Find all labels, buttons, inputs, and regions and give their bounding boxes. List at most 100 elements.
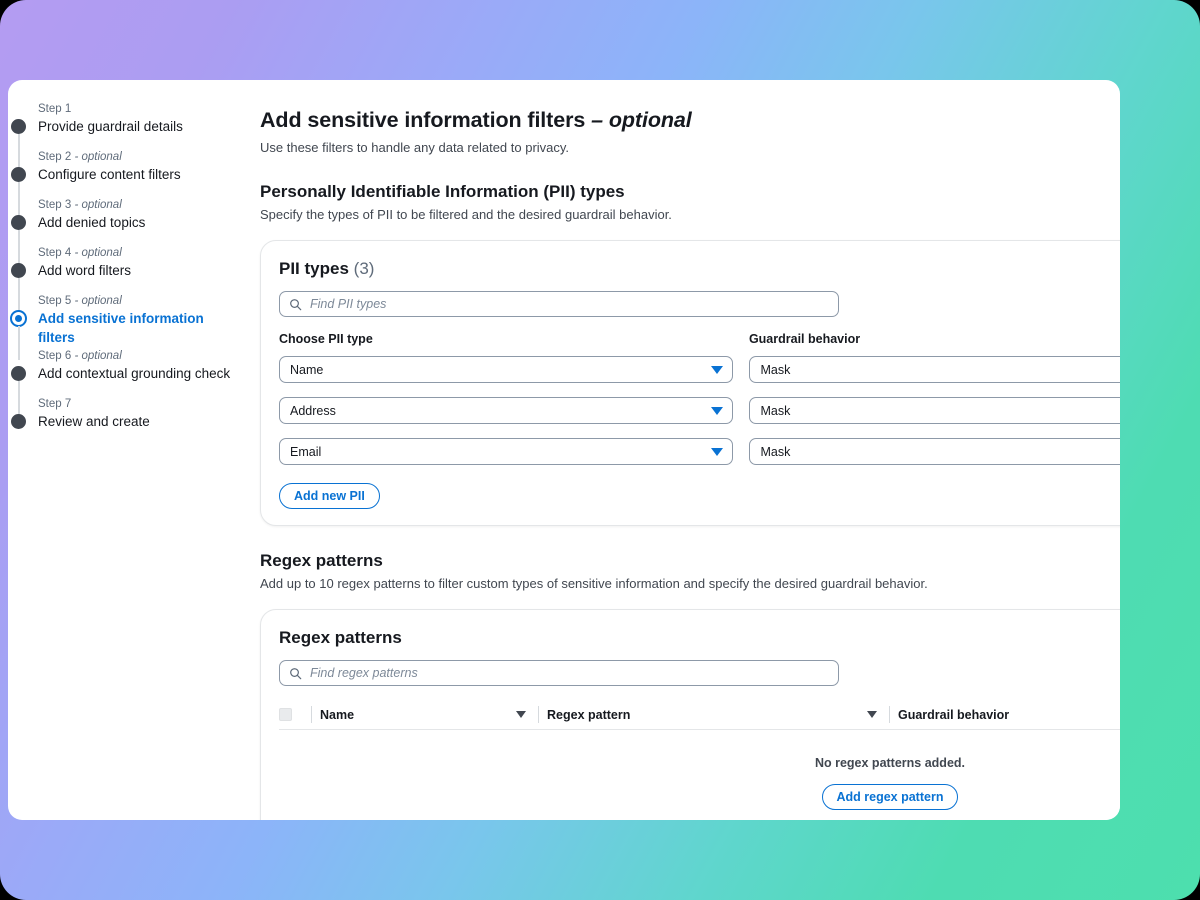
step-number-text: Step 3 <box>38 199 72 211</box>
regex-search-placeholder: Find regex patterns <box>310 666 418 680</box>
step-dot-active-icon <box>10 310 27 327</box>
pii-search-input[interactable]: Find PII types <box>279 291 839 317</box>
regex-patterns-card: Regex patterns Find regex patterns Name … <box>260 609 1120 820</box>
pii-type-select-2[interactable]: Address <box>279 397 734 424</box>
step-number: Step 4 - optional <box>38 244 244 261</box>
guardrail-behavior-select-2[interactable]: Mask <box>749 397 1120 424</box>
pii-card-header: PII types (3) <box>261 241 1120 280</box>
step-number: Step 1 <box>38 100 244 117</box>
step-number-text: Step 7 <box>38 398 72 410</box>
gradient-backdrop: Step 1 Provide guardrail details Step 2 … <box>0 0 1200 900</box>
step-number: Step 2 - optional <box>38 148 244 165</box>
sidebar-step-7[interactable]: Step 7 Review and create <box>8 395 244 443</box>
step-label: Provide guardrail details <box>38 119 183 134</box>
step-optional-text: - optional <box>71 350 122 362</box>
sidebar-step-3[interactable]: Step 3 - optional Add denied topics <box>8 196 244 264</box>
regex-empty-inner: No regex patterns added. Add regex patte… <box>815 756 965 810</box>
step-label: Review and create <box>38 414 150 429</box>
regex-search-input[interactable]: Find regex patterns <box>279 660 839 686</box>
step-dot-icon <box>11 167 26 182</box>
pii-count-badge: (3) <box>353 259 375 278</box>
step-number: Step 5 - optional <box>38 292 244 309</box>
pii-section-description: Specify the types of PII to be filtered … <box>260 207 672 222</box>
pii-types-card: PII types (3) Find PII types Choose PII … <box>260 240 1120 526</box>
main-content: Add sensitive information filters – opti… <box>252 80 1120 820</box>
add-regex-pattern-button[interactable]: Add regex pattern <box>821 784 959 810</box>
pii-type-select-3[interactable]: Email <box>279 438 734 465</box>
pii-type-value: Name <box>290 362 324 377</box>
sidebar-step-2[interactable]: Step 2 - optional Configure content filt… <box>8 148 244 216</box>
sidebar-step-4[interactable]: Step 4 - optional Add word filters <box>8 244 244 312</box>
column-divider <box>311 706 312 723</box>
select-all-checkbox-cell[interactable] <box>279 708 309 721</box>
pii-type-select-1[interactable]: Name <box>279 356 734 383</box>
console-page: Step 1 Provide guardrail details Step 2 … <box>8 80 1120 820</box>
step-number-text: Step 2 <box>38 151 72 163</box>
step-number-text: Step 6 <box>38 350 72 362</box>
step-number-text: Step 5 <box>38 295 72 307</box>
sidebar-step-6[interactable]: Step 6 - optional Add contextual groundi… <box>8 347 244 415</box>
wizard-steps-sidebar: Step 1 Provide guardrail details Step 2 … <box>8 80 244 820</box>
label-guardrail-behavior: Guardrail behavior <box>748 332 861 346</box>
label-choose-pii-type: Choose PII type <box>279 332 373 346</box>
pii-type-value: Email <box>290 444 322 459</box>
step-label: Add word filters <box>38 263 132 278</box>
column-header-name[interactable]: Name <box>320 708 536 722</box>
search-icon <box>290 298 302 310</box>
step-dot-icon <box>11 263 26 278</box>
column-header-guardrail-behavior[interactable]: Guardrail behavior <box>898 708 1120 722</box>
guardrail-behavior-value: Mask <box>760 444 791 459</box>
pii-row: Address Mask <box>279 397 1120 424</box>
column-header-regex-pattern[interactable]: Regex pattern <box>547 708 887 722</box>
column-header-name-label: Name <box>320 707 355 722</box>
guardrail-behavior-select-1[interactable]: Mask <box>749 356 1120 383</box>
add-new-pii-button[interactable]: Add new PII <box>279 483 380 509</box>
chevron-down-icon <box>711 365 724 374</box>
regex-table-header-row: Name Regex pattern Guardrail behavior <box>279 700 1120 730</box>
pii-row: Name Mask <box>279 356 1120 383</box>
sidebar-step-1[interactable]: Step 1 Provide guardrail details <box>8 100 244 168</box>
pii-card-title-text: PII types <box>279 259 349 278</box>
guardrail-behavior-select-3[interactable]: Mask <box>749 438 1120 465</box>
pii-rows-body: Choose PII type Guardrail behavior Name … <box>261 317 1120 465</box>
step-number-text: Step 1 <box>38 103 72 115</box>
column-header-regex-label: Regex pattern <box>547 707 631 722</box>
regex-card-header: Regex patterns <box>261 610 1120 649</box>
step-number-text: Step 4 <box>38 247 72 259</box>
column-divider <box>889 706 890 723</box>
regex-card-title: Regex patterns <box>279 628 402 647</box>
step-dot-icon <box>11 119 26 134</box>
search-icon <box>290 667 302 679</box>
step-optional-text: - optional <box>71 295 122 307</box>
column-header-behavior-label: Guardrail behavior <box>898 707 1010 722</box>
regex-empty-text: No regex patterns added. <box>814 756 966 770</box>
page-title: Add sensitive information filters – opti… <box>260 106 1120 134</box>
regex-section-heading: Regex patterns <box>260 551 383 570</box>
step-label: Configure content filters <box>38 167 181 182</box>
step-number: Step 3 - optional <box>38 196 244 213</box>
step-dot-icon <box>11 215 26 230</box>
chevron-down-icon <box>711 447 724 456</box>
pii-type-value: Address <box>290 403 336 418</box>
regex-empty-state: No regex patterns added. Add regex patte… <box>261 730 1120 820</box>
column-divider <box>538 706 539 723</box>
step-number: Step 7 <box>38 395 244 412</box>
step-label: Add contextual grounding check <box>38 366 231 381</box>
sort-descending-icon[interactable] <box>867 711 877 718</box>
pii-row: Email Mask <box>279 438 1120 465</box>
step-dot-icon <box>11 414 26 429</box>
pii-card-title: PII types (3) <box>279 257 1120 280</box>
guardrail-behavior-value: Mask <box>760 403 791 418</box>
step-label: Add sensitive information filters <box>38 311 204 345</box>
sidebar-step-5-active[interactable]: Step 5 - optional Add sensitive informat… <box>8 292 244 360</box>
regex-section-description: Add up to 10 regex patterns to filter cu… <box>260 576 928 591</box>
page-title-optional: – optional <box>591 108 692 132</box>
step-label: Add denied topics <box>38 215 146 230</box>
sort-descending-icon[interactable] <box>516 711 526 718</box>
step-optional-text: - optional <box>71 199 122 211</box>
guardrail-behavior-value: Mask <box>760 362 791 377</box>
select-all-checkbox[interactable] <box>279 708 292 721</box>
page-description: Use these filters to handle any data rel… <box>260 140 570 155</box>
page-title-text: Add sensitive information filters <box>260 108 586 132</box>
pii-search-placeholder: Find PII types <box>310 297 387 311</box>
